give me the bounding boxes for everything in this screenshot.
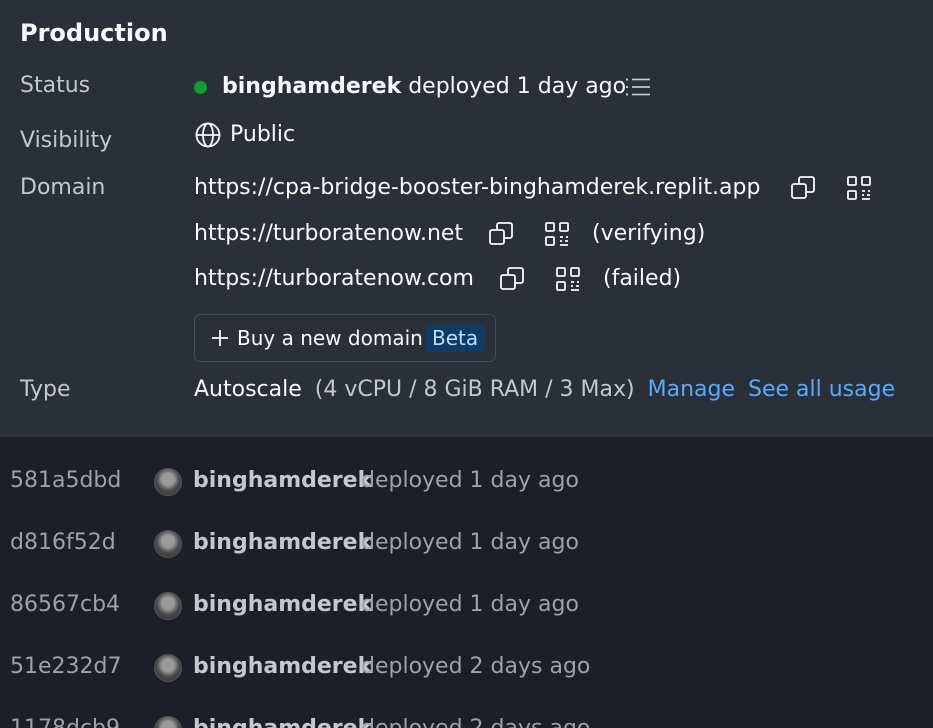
deployment-action: deployed 1 day ago <box>361 468 579 493</box>
deployment-row[interactable]: 86567cb4 binghamderek deployed 1 day ago <box>0 576 933 638</box>
deployment-user: binghamderek <box>193 714 372 728</box>
deployment-action: deployed 1 day ago <box>361 530 579 555</box>
deployment-action: deployed 2 days ago <box>361 714 590 728</box>
deployment-hash: 51e232d7 <box>10 654 122 679</box>
production-panel: Production Status binghamderek deployed … <box>0 0 933 437</box>
list-icon[interactable] <box>626 77 652 97</box>
globe-icon <box>195 122 221 148</box>
domain-link-net[interactable]: https://turboratenow.net <box>194 219 463 249</box>
plus-icon <box>211 329 229 351</box>
domain-link-com[interactable]: https://turboratenow.com <box>194 264 474 294</box>
status-action: deployed 1 day ago <box>408 74 627 99</box>
deployment-row[interactable]: d816f52d binghamderek deployed 1 day ago <box>0 514 933 576</box>
deployment-action: deployed 1 day ago <box>361 592 579 617</box>
type-value: Autoscale <box>194 377 302 402</box>
visibility-label: Visibility <box>20 128 113 153</box>
domain-state-failed: (failed) <box>603 266 682 291</box>
manage-link[interactable]: Manage <box>648 377 735 402</box>
deployment-user: binghamderek <box>193 530 373 555</box>
avatar <box>154 654 182 682</box>
type-row: Autoscale (4 vCPU / 8 GiB RAM / 3 Max) M… <box>194 375 895 405</box>
avatar <box>154 530 182 558</box>
status-user: binghamderek <box>222 74 402 99</box>
section-title: Production <box>20 19 168 47</box>
copy-icon[interactable] <box>790 175 816 201</box>
avatar <box>154 716 182 728</box>
avatar <box>154 468 182 496</box>
deployment-action: deployed 2 days ago <box>361 654 591 679</box>
type-spec: (4 vCPU / 8 GiB RAM / 3 Max) <box>314 377 635 402</box>
visibility-value: Public <box>230 122 296 147</box>
copy-icon[interactable] <box>499 266 525 292</box>
avatar <box>154 592 182 620</box>
status-label: Status <box>20 73 91 98</box>
deployment-user: binghamderek <box>193 468 373 493</box>
type-label: Type <box>20 377 71 402</box>
copy-icon[interactable] <box>488 221 514 247</box>
domain-state-verifying: (verifying) <box>592 221 706 246</box>
deployment-user: binghamderek <box>193 654 373 679</box>
deployment-row[interactable]: 581a5dbd binghamderek deployed 1 day ago <box>0 452 933 514</box>
qr-code-icon[interactable] <box>846 175 872 201</box>
qr-code-icon[interactable] <box>544 221 570 247</box>
buy-domain-label: Buy a new domain <box>237 326 423 350</box>
domain-label: Domain <box>20 175 106 200</box>
qr-code-icon[interactable] <box>555 266 581 292</box>
status-text: binghamderek deployed 1 day ago <box>222 72 626 102</box>
see-all-usage-link[interactable]: See all usage <box>748 377 895 402</box>
deployment-row[interactable]: 51e232d7 binghamderek deployed 2 days ag… <box>0 638 933 700</box>
deployment-user: binghamderek <box>193 592 373 617</box>
deployment-hash: 1178dcb9 <box>10 714 120 728</box>
beta-badge: Beta <box>425 325 486 352</box>
status-dot <box>194 81 207 94</box>
deployment-hash: 86567cb4 <box>10 592 121 617</box>
deployment-row[interactable]: 1178dcb9 binghamderek deployed 2 days ag… <box>0 700 933 728</box>
deployment-hash: d816f52d <box>10 530 116 555</box>
buy-domain-button[interactable]: Buy a new domain Beta <box>194 314 496 362</box>
deployment-hash: 581a5dbd <box>10 468 122 493</box>
domain-link-replit[interactable]: https://cpa-bridge-booster-binghamderek.… <box>194 173 760 203</box>
